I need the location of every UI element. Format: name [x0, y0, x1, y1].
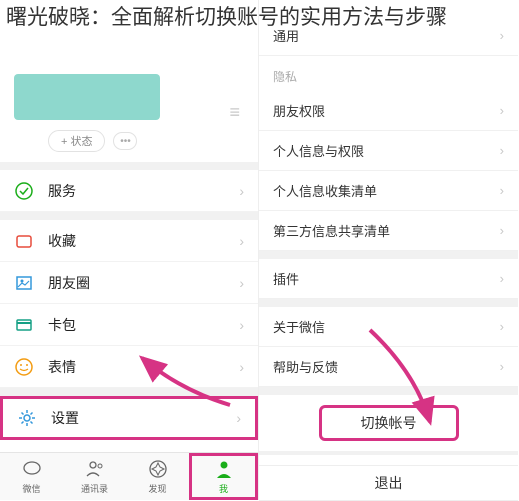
row-favorites[interactable]: 收藏 ›: [0, 220, 258, 262]
chevron-right-icon: ›: [500, 103, 504, 118]
chevron-right-icon: ›: [236, 410, 241, 426]
section-privacy-header: 隐私: [259, 56, 518, 91]
chevron-right-icon: ›: [500, 223, 504, 238]
more-icon[interactable]: ≡: [229, 102, 240, 123]
sticker-icon: [14, 357, 34, 377]
row-label: 表情: [48, 357, 239, 377]
avatar-placeholder: [14, 74, 160, 120]
status-button[interactable]: + 状态: [48, 130, 105, 152]
row-label: 个人信息与权限: [273, 141, 500, 160]
chevron-right-icon: ›: [500, 271, 504, 286]
chevron-right-icon: ›: [500, 183, 504, 198]
tab-contacts[interactable]: 通讯录: [63, 453, 126, 500]
article-title: 曙光破晓：全面解析切换账号的实用方法与步骤: [0, 0, 519, 35]
row-service[interactable]: 服务 ›: [0, 170, 258, 212]
chevron-right-icon: ›: [239, 359, 244, 375]
tab-me[interactable]: 我: [189, 453, 258, 500]
gear-icon: [17, 408, 37, 428]
chevron-right-icon: ›: [239, 275, 244, 291]
row-stickers[interactable]: 表情 ›: [0, 346, 258, 388]
tab-bar: 微信 通讯录 发现 我: [0, 452, 258, 500]
tab-chat[interactable]: 微信: [0, 453, 63, 500]
row-label: 朋友权限: [273, 101, 500, 120]
chevron-right-icon: ›: [239, 317, 244, 333]
row-personal-info[interactable]: 个人信息与权限 ›: [259, 131, 518, 171]
row-label: 卡包: [48, 315, 239, 335]
row-label: 关于微信: [273, 317, 500, 336]
row-moments[interactable]: 朋友圈 ›: [0, 262, 258, 304]
chevron-right-icon: ›: [239, 183, 244, 199]
row-thirdparty-info[interactable]: 第三方信息共享清单 ›: [259, 211, 518, 251]
tab-label: 我: [219, 482, 228, 495]
chat-icon: [21, 458, 43, 480]
tab-label: 发现: [148, 482, 166, 495]
right-screenshot: 通用 › 隐私 朋友权限 › 个人信息与权限 › 个人信息收集清单 › 第三方信…: [259, 0, 518, 500]
chevron-right-icon: ›: [500, 319, 504, 334]
row-label: 设置: [51, 408, 236, 428]
row-label: 收藏: [48, 231, 239, 251]
switch-account-button[interactable]: 切换帐号: [319, 405, 459, 441]
profile-area[interactable]: ≡: [0, 60, 258, 126]
row-label: 第三方信息共享清单: [273, 221, 500, 240]
service-icon: [14, 181, 34, 201]
discover-icon: [147, 458, 169, 480]
row-label: 服务: [48, 181, 239, 201]
tab-discover[interactable]: 发现: [126, 453, 189, 500]
row-help[interactable]: 帮助与反馈 ›: [259, 347, 518, 387]
tab-label: 微信: [22, 482, 40, 495]
left-screenshot: ≡ + 状态 ••• 服务 › 收藏 › 朋友圈 ›: [0, 0, 259, 500]
row-settings[interactable]: 设置 ›: [0, 396, 258, 440]
logout-button[interactable]: 退出: [259, 465, 518, 501]
chevron-right-icon: ›: [500, 359, 504, 374]
row-label: 个人信息收集清单: [273, 181, 500, 200]
status-more-button[interactable]: •••: [113, 132, 137, 150]
card-icon: [14, 315, 34, 335]
row-label: 朋友圈: [48, 273, 239, 293]
row-info-collection[interactable]: 个人信息收集清单 ›: [259, 171, 518, 211]
row-plugin[interactable]: 插件 ›: [259, 259, 518, 299]
moments-icon: [14, 273, 34, 293]
contacts-icon: [84, 458, 106, 480]
tab-label: 通讯录: [81, 482, 108, 495]
me-icon: [213, 458, 235, 480]
row-about[interactable]: 关于微信 ›: [259, 307, 518, 347]
row-friend-permission[interactable]: 朋友权限 ›: [259, 91, 518, 131]
chevron-right-icon: ›: [500, 143, 504, 158]
row-label: 帮助与反馈: [273, 357, 500, 376]
chevron-right-icon: ›: [239, 233, 244, 249]
fav-icon: [14, 231, 34, 251]
row-cards[interactable]: 卡包 ›: [0, 304, 258, 346]
row-label: 插件: [273, 269, 500, 288]
